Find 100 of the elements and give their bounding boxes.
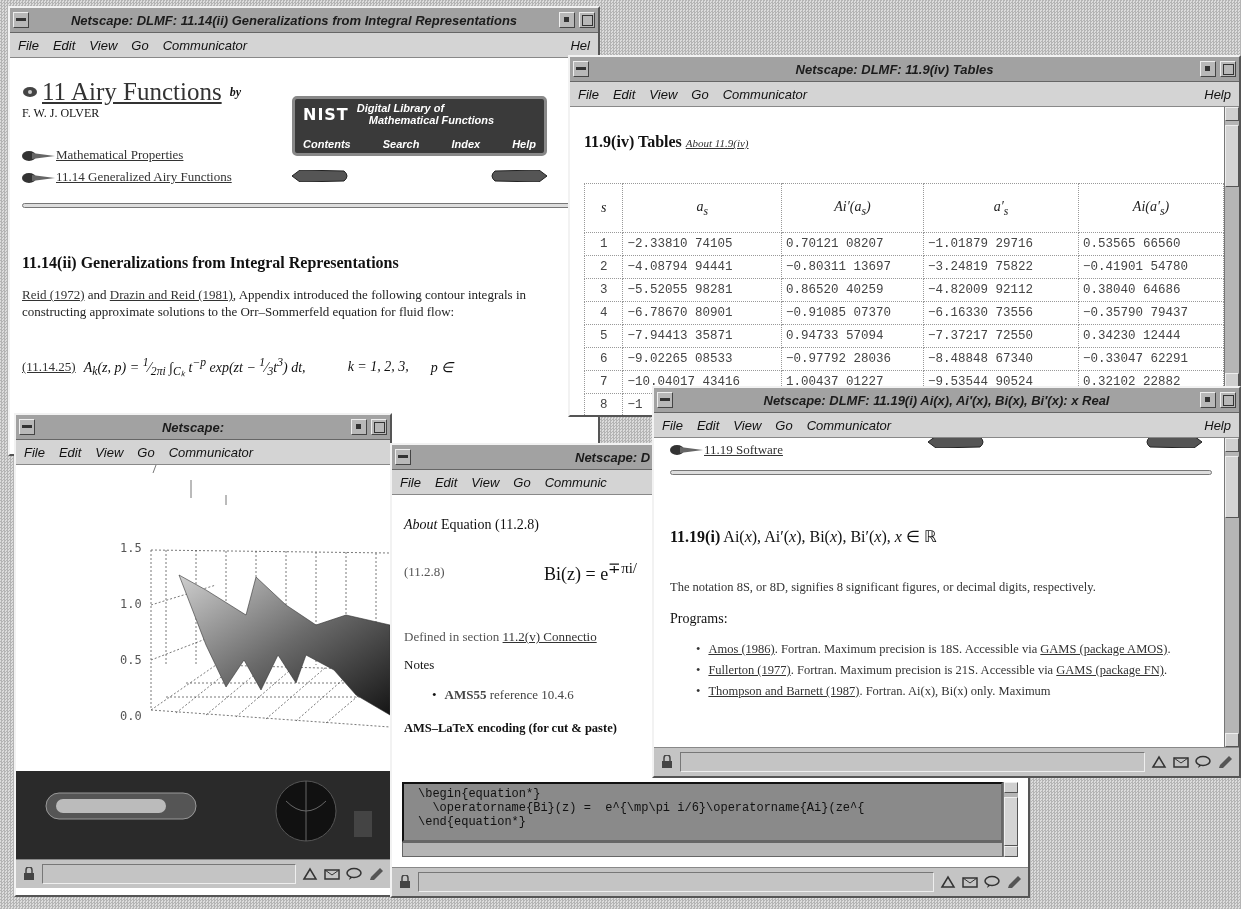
menu-item[interactable]: Go	[137, 444, 155, 460]
maximize-button[interactable]	[371, 419, 387, 435]
equation-label[interactable]: (11.14.25)	[22, 359, 76, 376]
menu-item[interactable]: File	[662, 417, 683, 433]
speech-bubble-icon[interactable]	[1195, 755, 1211, 769]
triangle-icon[interactable]	[1151, 755, 1167, 769]
axis-tick-label: 0.5	[120, 653, 142, 667]
program-item: Thompson and Barnett (1987). Fortran. Ai(x), Bi(x) only. Maximum	[708, 683, 1052, 700]
scrollbar[interactable]	[1224, 438, 1239, 747]
menu-item[interactable]: Communic	[544, 474, 607, 490]
pencil-icon[interactable]	[368, 867, 384, 881]
menu-item[interactable]: Edit	[434, 474, 458, 490]
envelope-icon[interactable]	[1173, 755, 1189, 769]
envelope-icon[interactable]	[962, 875, 978, 889]
citation-link[interactable]: Amos (1986)	[708, 642, 775, 656]
menu-item[interactable]: View	[89, 37, 118, 53]
menu-item[interactable]: File	[400, 474, 421, 490]
citation-link[interactable]: GAMS (package FN)	[1056, 663, 1164, 677]
lock-icon[interactable]	[22, 867, 36, 881]
bullet: •	[432, 687, 437, 703]
envelope-icon[interactable]	[324, 867, 340, 881]
window-menu-button[interactable]	[573, 61, 589, 77]
nav-link[interactable]: Mathematical Properties	[56, 147, 184, 162]
window-menu-button[interactable]	[13, 12, 29, 28]
window-title: Netscape: D	[575, 449, 651, 465]
menu-item[interactable]: Go	[131, 37, 149, 53]
code-field[interactable]: \begin{equation*} \operatorname{Bi}(z) = e^{\mp\pi i/6}\operatorname{Ai}(ze^{ \end{equation*}	[402, 782, 1003, 842]
menu-item[interactable]: Communicator	[162, 37, 248, 53]
triangle-icon[interactable]	[302, 867, 318, 881]
menu-item[interactable]: File	[578, 86, 599, 102]
about-link[interactable]: About 11.9(iv)	[685, 137, 749, 149]
menu-item[interactable]: View	[733, 417, 762, 433]
column-header: s	[584, 183, 623, 233]
nav-link[interactable]: 11.19 Software	[704, 442, 783, 458]
menu-item[interactable]: Communicator	[168, 444, 254, 460]
menu-item[interactable]: View	[95, 444, 124, 460]
menu-item[interactable]: File	[18, 37, 39, 53]
left-arrow-icon[interactable]	[292, 170, 350, 182]
menu-item[interactable]: Edit	[612, 86, 636, 102]
minimize-button[interactable]	[559, 12, 575, 28]
banner-link[interactable]: Search	[382, 138, 420, 150]
menu-item[interactable]: View	[471, 474, 500, 490]
minimize-button[interactable]	[1200, 61, 1216, 77]
minimize-button[interactable]	[1200, 392, 1216, 408]
window-menu-button[interactable]	[19, 419, 35, 435]
lock-icon[interactable]	[398, 875, 412, 889]
menu-item[interactable]: Edit	[52, 37, 76, 53]
table-cell: 0.38040 64686	[1078, 278, 1224, 302]
table-cell: −2.33810 74105	[622, 232, 782, 256]
section-link[interactable]: 11.2(v) Connectio	[502, 629, 597, 644]
section-heading: 11.9(iv) Tables	[584, 133, 682, 151]
bar-icon	[16, 18, 26, 22]
menu-item[interactable]: Edit	[696, 417, 720, 433]
menu-item[interactable]: Edit	[58, 444, 82, 460]
right-arrow-icon[interactable]	[1144, 438, 1202, 448]
minimize-button[interactable]	[351, 419, 367, 435]
speech-bubble-icon[interactable]	[984, 875, 1000, 889]
menu-item[interactable]: Hel	[570, 37, 590, 53]
menu-item[interactable]: Help	[1204, 417, 1231, 433]
table-cell: −5.52055 98281	[622, 278, 782, 302]
paragraph: Defined in section 11.2(v) Connectio	[404, 629, 597, 645]
right-arrow-icon[interactable]	[489, 170, 547, 182]
menu-item[interactable]: View	[649, 86, 678, 102]
section-heading: About Equation (11.2.8)	[404, 517, 539, 533]
triangle-icon[interactable]	[940, 875, 956, 889]
lock-icon[interactable]	[660, 755, 674, 769]
window-menu-button[interactable]	[657, 392, 673, 408]
menu-item[interactable]: File	[24, 444, 45, 460]
banner-title: Digital Library of	[356, 102, 446, 114]
citation-link[interactable]: Reid (1972)	[22, 287, 85, 302]
menu-item[interactable]: Go	[775, 417, 793, 433]
table-cell: 7	[584, 370, 623, 394]
equation-label: (11.2.8)	[404, 564, 446, 580]
menu-item[interactable]: Go	[691, 86, 709, 102]
square-icon	[1222, 63, 1234, 75]
scrollbar[interactable]	[1224, 107, 1239, 387]
pencil-icon[interactable]	[1006, 875, 1022, 889]
banner-link[interactable]: Index	[451, 138, 481, 150]
menu-item[interactable]: Help	[1204, 86, 1231, 102]
scrollbar[interactable]	[1003, 782, 1018, 857]
pencil-icon[interactable]	[1217, 755, 1233, 769]
banner-link[interactable]: Contents	[303, 138, 351, 150]
scrollbar[interactable]	[402, 842, 1003, 857]
speech-bubble-icon[interactable]	[346, 867, 362, 881]
menu-item[interactable]: Communicator	[806, 417, 892, 433]
citation-link[interactable]: Drazin and Reid (1981)	[109, 287, 233, 302]
maximize-button[interactable]	[579, 12, 595, 28]
column-header: Ai(a′$_{s}$)	[1078, 183, 1224, 233]
left-arrow-icon[interactable]	[928, 438, 986, 448]
citation-link[interactable]: Fullerton (1977)	[708, 663, 791, 677]
nav-link[interactable]: 11.14 Generalized Airy Functions	[56, 169, 232, 184]
menu-item[interactable]: Communicator	[722, 86, 808, 102]
banner-link[interactable]: Help	[512, 138, 536, 150]
axis-tick-label: 1.5	[120, 541, 142, 555]
chapter-link[interactable]: 11 Airy Functions	[42, 78, 222, 106]
window-menu-button[interactable]	[395, 449, 411, 465]
menu-item[interactable]: Go	[513, 474, 531, 490]
maximize-button[interactable]	[1220, 61, 1236, 77]
maximize-button[interactable]	[1220, 392, 1236, 408]
table-cell: 0.34230 12444	[1078, 324, 1224, 348]
